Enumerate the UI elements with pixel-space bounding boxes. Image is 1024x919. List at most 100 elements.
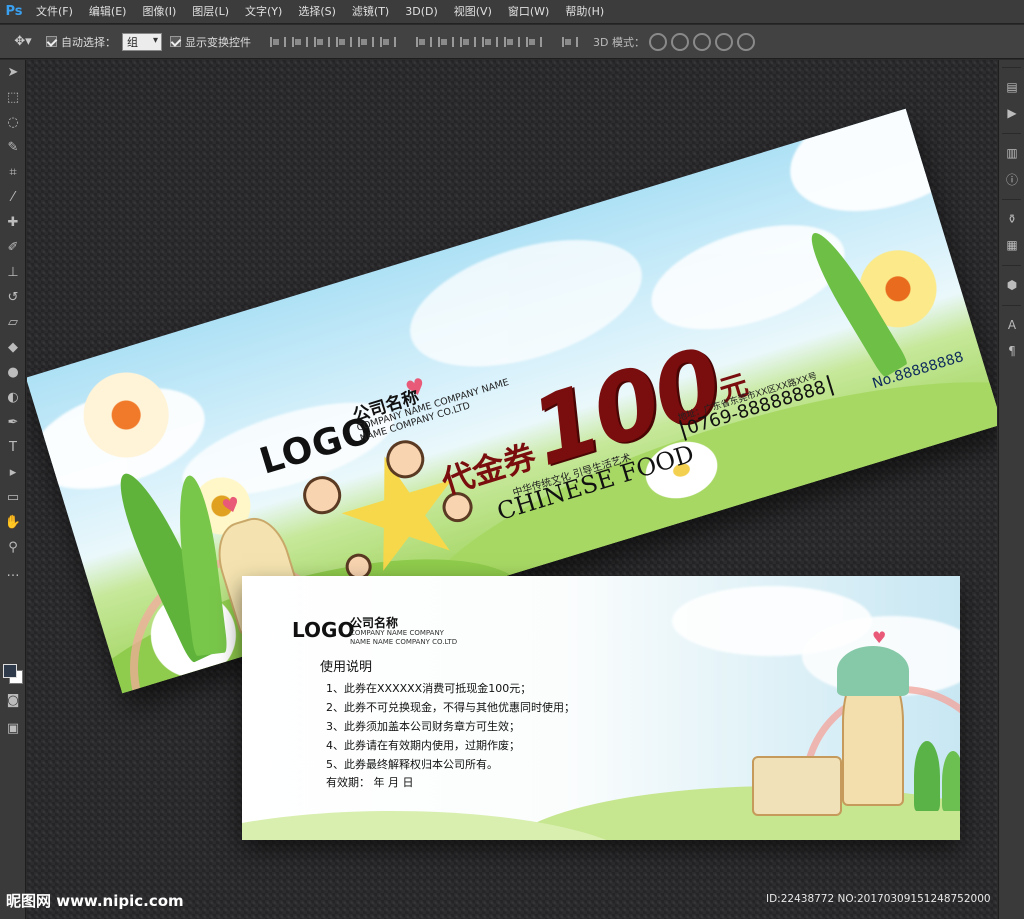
show-transform-label: 显示变换控件 [185, 35, 251, 49]
layer-comps-icon[interactable]: ▦ [999, 232, 1024, 258]
align-left-icon[interactable] [333, 33, 352, 51]
properties-panel-icon[interactable]: ▥ [999, 140, 1024, 166]
usage-instructions-heading: 使用说明 [320, 660, 373, 675]
marquee-tool-icon[interactable]: ⬚ [0, 85, 26, 110]
heart-icon: ♥ [872, 628, 887, 647]
shape-tool-icon[interactable]: ▭ [0, 485, 26, 510]
distribute-top-icon[interactable] [413, 33, 432, 51]
distribute-left-icon[interactable] [479, 33, 498, 51]
menu-3d[interactable]: 3D(D) [397, 0, 446, 24]
auto-align-buttons [557, 33, 579, 51]
tree [942, 751, 960, 811]
document-canvas[interactable]: ♥ ♥ LOGO 公司名称 COMPANY NAME COMPANY NAME … [27, 60, 997, 919]
3d-panel-icon[interactable]: ⬢ [999, 272, 1024, 298]
lasso-tool-icon[interactable]: ◌ [0, 110, 26, 135]
menu-edit[interactable]: 编辑(E) [81, 0, 135, 24]
house-roof [837, 646, 909, 696]
character-panel-icon[interactable]: A [999, 312, 1024, 338]
dodge-tool-icon[interactable]: ◐ [0, 385, 26, 410]
validity-period: 有效期： 年 月 日 [326, 776, 414, 789]
menu-window[interactable]: 窗口(W) [500, 0, 557, 24]
dock-separator [1002, 298, 1021, 306]
paint-bucket-tool-icon[interactable]: ◆ [0, 335, 26, 360]
voucher-back[interactable]: ♥ LOGO 公司名称 COMPANY NAME COMPANY NAME NA… [242, 576, 960, 840]
info-panel-icon[interactable]: ⓘ [999, 166, 1024, 192]
usage-rule: 5、此券最终解释权归本公司所有。 [326, 758, 498, 771]
quick-mask-icon[interactable]: ◙ [0, 688, 26, 713]
back-logo: LOGO [292, 618, 355, 642]
usage-rules-list: 1、此券在XXXXXX消费可抵现金100元； 2、此券不可兑换现金，不得与其他优… [326, 679, 575, 774]
type-tool-icon[interactable]: T [0, 435, 26, 460]
actions-panel-icon[interactable]: ▶ [999, 100, 1024, 126]
show-transform-checkbox[interactable]: 显示变换控件 [170, 34, 251, 50]
blur-tool-icon[interactable]: ● [0, 360, 26, 385]
dock-separator [1002, 126, 1021, 134]
move-tool-icon[interactable]: ✥▾ [8, 31, 38, 53]
cloud [775, 108, 997, 233]
rotate-3d-icon[interactable] [648, 32, 667, 51]
healing-brush-tool-icon[interactable]: ✚ [0, 210, 26, 235]
foreground-color-swatch[interactable] [3, 664, 17, 678]
mode-3d-label: 3D 模式： [593, 35, 645, 49]
distribute-right-icon[interactable] [523, 33, 542, 51]
more-tools-icon[interactable]: … [0, 560, 26, 585]
checkbox-checked-icon [46, 36, 57, 47]
eraser-tool-icon[interactable]: ▱ [0, 310, 26, 335]
menu-bar: Ps 文件(F) 编辑(E) 图像(I) 图层(L) 文字(Y) 选择(S) 滤… [0, 0, 1024, 24]
align-hcenter-icon[interactable] [355, 33, 374, 51]
align-bottom-icon[interactable] [311, 33, 330, 51]
options-bar: ✥▾ 自动选择： 组 显示变换控件 3D 模式： [0, 25, 1024, 59]
dock-separator [1002, 60, 1021, 68]
quick-select-tool-icon[interactable]: ✎ [0, 135, 26, 160]
roll-3d-icon[interactable] [670, 32, 689, 51]
watermark-site: 昵图网 www.nipic.com [6, 892, 184, 910]
dock-separator [1002, 192, 1021, 200]
move-tool-icon[interactable]: ➤ [0, 60, 26, 85]
menu-image[interactable]: 图像(I) [134, 0, 184, 24]
paragraph-panel-icon[interactable]: ¶ [999, 338, 1024, 364]
distribute-bottom-icon[interactable] [457, 33, 476, 51]
align-right-icon[interactable] [377, 33, 396, 51]
cartoon-house [752, 756, 842, 816]
menu-file[interactable]: 文件(F) [28, 0, 81, 24]
checkbox-checked-icon [170, 36, 181, 47]
distribute-hcenter-icon[interactable] [501, 33, 520, 51]
usage-rule: 4、此券请在有效期内使用，过期作废； [326, 739, 520, 752]
watermark-id: ID:22438772 NO:20170309151248752000 [766, 893, 991, 905]
menu-view[interactable]: 视图(V) [446, 0, 500, 24]
back-company-name-en: COMPANY NAME COMPANY NAME NAME COMPANY C… [350, 629, 458, 646]
menu-help[interactable]: 帮助(H) [557, 0, 612, 24]
hand-tool-icon[interactable]: ✋ [0, 510, 26, 535]
menu-select[interactable]: 选择(S) [290, 0, 344, 24]
crop-tool-icon[interactable]: ⌗ [0, 160, 26, 185]
auto-select-dropdown[interactable]: 组 [122, 32, 162, 51]
brush-presets-icon[interactable]: ⚱ [999, 206, 1024, 232]
distribute-vcenter-icon[interactable] [435, 33, 454, 51]
align-vcenter-icon[interactable] [289, 33, 308, 51]
path-select-tool-icon[interactable]: ▸ [0, 460, 26, 485]
history-brush-tool-icon[interactable]: ↺ [0, 285, 26, 310]
slide-3d-icon[interactable] [714, 32, 733, 51]
menu-type[interactable]: 文字(Y) [237, 0, 290, 24]
eyedropper-tool-icon[interactable]: ⁄ [0, 185, 26, 210]
pen-tool-icon[interactable]: ✒ [0, 410, 26, 435]
photoshop-logo: Ps [5, 4, 23, 19]
usage-rule: 1、此券在XXXXXX消费可抵现金100元； [326, 682, 532, 695]
usage-rule: 2、此券不可兑换现金，不得与其他优惠同时使用； [326, 701, 575, 714]
screen-mode-icon[interactable]: ▣ [0, 716, 26, 741]
zoom-tool-icon[interactable]: ⚲ [0, 535, 26, 560]
align-top-icon[interactable] [267, 33, 286, 51]
clone-stamp-tool-icon[interactable]: ⊥ [0, 260, 26, 285]
brush-tool-icon[interactable]: ✐ [0, 235, 26, 260]
auto-select-checkbox[interactable]: 自动选择： [46, 34, 116, 50]
pan-3d-icon[interactable] [692, 32, 711, 51]
tools-panel: ➤ ⬚ ◌ ✎ ⌗ ⁄ ✚ ✐ ⊥ ↺ ▱ ◆ ● ◐ ✒ T ▸ ▭ ✋ ⚲ … [0, 60, 26, 919]
panel-dock: ▤ ▶ ▥ ⓘ ⚱ ▦ ⬢ A ¶ [998, 60, 1024, 919]
usage-rule: 3、此券须加盖本公司财务章方可生效； [326, 720, 520, 733]
history-panel-icon[interactable]: ▤ [999, 74, 1024, 100]
scale-3d-icon[interactable] [736, 32, 755, 51]
dock-separator [1002, 258, 1021, 266]
menu-filter[interactable]: 滤镜(T) [344, 0, 397, 24]
auto-align-layers-icon[interactable] [559, 33, 578, 51]
menu-layer[interactable]: 图层(L) [184, 0, 237, 24]
